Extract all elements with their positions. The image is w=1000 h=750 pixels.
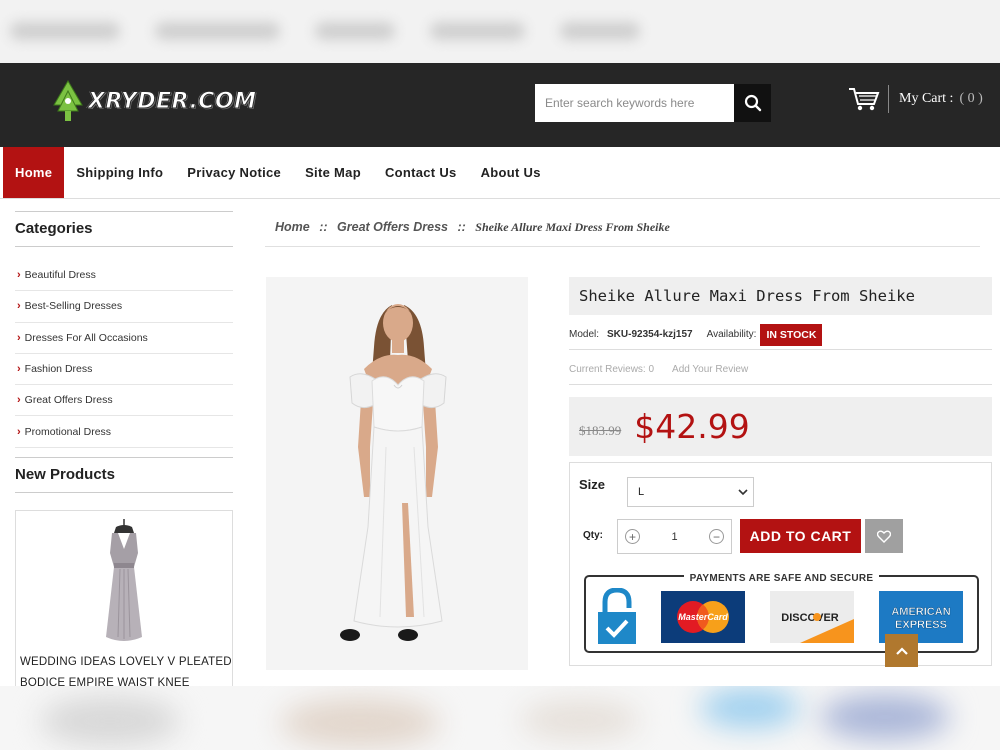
breadcrumb-category[interactable]: Great Offers Dress: [337, 220, 448, 234]
add-to-cart-button[interactable]: ADD TO CART: [740, 519, 861, 553]
search-icon: [744, 94, 761, 112]
search-input[interactable]: [535, 84, 734, 122]
mastercard-text: MasterCard: [678, 612, 728, 622]
product-image[interactable]: [266, 277, 528, 670]
category-item-dresses-for-all-occasions[interactable]: › Dresses For All Occasions: [15, 323, 233, 354]
amex-text-2: EXPRESS: [895, 619, 947, 631]
category-label: Great Offers Dress: [24, 394, 113, 407]
chevron-right-icon: ›: [17, 331, 21, 344]
new-product-card[interactable]: WEDDING IDEAS LOVELY V PLEATED BODICE EM…: [15, 509, 233, 700]
nav-site-map[interactable]: Site Map: [293, 147, 373, 198]
new-product-image: [106, 518, 142, 641]
search-bar: [535, 84, 771, 122]
qty-decrease-button[interactable]: −: [709, 529, 724, 544]
dress-model-image: [340, 304, 447, 641]
reviews-row: Current Reviews: 0 Add Your Review: [569, 358, 992, 385]
add-review-link[interactable]: Add Your Review: [672, 364, 748, 375]
nav-shipping-info[interactable]: Shipping Info: [64, 147, 175, 198]
secure-payments-title: PAYMENTS ARE SAFE AND SECURE: [586, 568, 977, 586]
new-product-title-line1: WEDDING IDEAS LOVELY V PLEATED: [20, 655, 232, 668]
categories-heading: Categories: [15, 211, 233, 247]
wishlist-button[interactable]: [865, 519, 903, 553]
sidebar: Categories › Beautiful Dress › Best-Sellin…: [15, 211, 233, 700]
price-box: $183.99 $42.99: [569, 397, 992, 456]
sale-price: $42.99: [634, 407, 750, 446]
secure-payments-box: PAYMENTS ARE SAFE AND SECURE MasterCard …: [584, 573, 979, 653]
qty-increase-button[interactable]: +: [625, 529, 640, 544]
category-item-fashion-dress[interactable]: › Fashion Dress: [15, 354, 233, 386]
product-meta: Model: SKU-92354-kzj157 Availability: IN…: [569, 320, 992, 350]
model-label: Model:: [569, 329, 600, 340]
chevron-right-icon: ›: [17, 300, 21, 313]
site-logo[interactable]: XRYDER.COM: [52, 79, 257, 123]
heart-icon: [877, 530, 891, 543]
nav-privacy-notice[interactable]: Privacy Notice: [175, 147, 293, 198]
nav-about-us[interactable]: About Us: [469, 147, 553, 198]
qty-value[interactable]: 1: [671, 531, 677, 543]
cart-link[interactable]: My Cart : ( 0 ): [848, 85, 983, 113]
breadcrumb-current: Sheike Allure Maxi Dress From Sheike: [475, 220, 670, 234]
breadcrumb-separator: ::: [457, 220, 466, 234]
qty-label: Qty:: [583, 530, 603, 541]
current-reviews[interactable]: Current Reviews: 0: [569, 364, 654, 375]
category-label: Dresses For All Occasions: [24, 331, 148, 344]
chevron-right-icon: ›: [17, 269, 21, 282]
quantity-stepper: + 1 −: [617, 519, 732, 554]
size-select[interactable]: L: [627, 477, 754, 507]
old-price: $183.99: [579, 423, 622, 438]
chevron-up-icon: [895, 646, 908, 655]
cart-label: My Cart :: [899, 91, 954, 106]
breadcrumb-divider: [265, 246, 980, 247]
discover-icon: DISCOVER: [770, 591, 854, 643]
model-value: SKU-92354-kzj157: [607, 329, 693, 340]
secure-payments-title-text: PAYMENTS ARE SAFE AND SECURE: [683, 573, 880, 584]
category-label: Best-Selling Dresses: [24, 300, 123, 313]
shopping-cart-icon: [849, 88, 880, 111]
logo-text: XRYDER.COM: [88, 88, 257, 114]
availability-label: Availability:: [706, 329, 757, 340]
blurred-bottom-banner: [0, 686, 1000, 750]
mastercard-icon: MasterCard: [661, 591, 745, 643]
back-to-top-button[interactable]: [885, 634, 918, 667]
category-item-beautiful-dress[interactable]: › Beautiful Dress: [15, 260, 233, 292]
category-item-great-offers-dress[interactable]: › Great Offers Dress: [15, 385, 233, 417]
category-label: Beautiful Dress: [24, 269, 96, 282]
blurred-top-banner: [0, 0, 1000, 63]
amex-text-1: AMERICAN: [891, 606, 950, 618]
breadcrumb-separator: ::: [319, 220, 328, 234]
category-label: Promotional Dress: [24, 425, 112, 438]
chevron-down-icon: [738, 489, 748, 496]
category-label: Fashion Dress: [24, 363, 93, 376]
search-button[interactable]: [734, 84, 771, 122]
tree-logo-icon: [53, 80, 83, 121]
size-label: Size: [579, 477, 606, 492]
new-products-heading: New Products: [15, 456, 233, 493]
nav-home[interactable]: Home: [3, 147, 65, 198]
size-selected-value: L: [638, 486, 645, 498]
cart-count: ( 0 ): [959, 91, 983, 106]
main-nav: Home Shipping Info Privacy Notice Site M…: [0, 147, 1000, 199]
cart-divider: [888, 85, 889, 113]
breadcrumb-home[interactable]: Home: [275, 220, 310, 234]
stock-badge: IN STOCK: [760, 323, 823, 346]
chevron-right-icon: ›: [17, 394, 21, 407]
category-item-best-selling-dresses[interactable]: › Best-Selling Dresses: [15, 291, 233, 323]
category-item-promotional-dress[interactable]: › Promotional Dress: [15, 416, 233, 448]
nav-contact-us[interactable]: Contact Us: [373, 147, 469, 198]
chevron-right-icon: ›: [17, 363, 21, 376]
category-list: › Beautiful Dress › Best-Selling Dresses ›…: [15, 260, 233, 448]
site-header: XRYDER.COM My Cart : ( 0 ): [0, 63, 1000, 147]
discover-text: DISCOVER: [781, 612, 839, 624]
lock-icon: [596, 588, 638, 644]
product-title: Sheike Allure Maxi Dress From Sheike: [569, 277, 992, 315]
chevron-right-icon: ›: [17, 425, 21, 438]
breadcrumb: Home :: Great Offers Dress :: Sheike All…: [275, 220, 670, 235]
purchase-options: Size L Qty: + 1 − ADD TO CART PAYMENTS A…: [569, 462, 992, 666]
